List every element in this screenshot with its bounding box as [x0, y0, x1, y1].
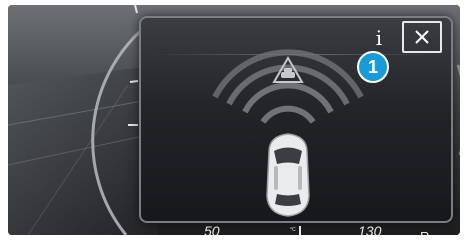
close-button[interactable] — [402, 21, 442, 53]
callout-marker: 1 — [357, 51, 389, 83]
cluster-display: 1 i 50 130 R °C — [8, 5, 460, 235]
radar-waves — [212, 49, 364, 124]
speed-label-130: 130 — [358, 223, 382, 235]
gear-label-r: R — [420, 229, 429, 235]
info-button[interactable]: i — [367, 24, 391, 52]
speed-label-50: 50 — [204, 223, 220, 235]
ego-car — [266, 133, 310, 217]
driver-assist-popup: 1 i — [139, 16, 453, 223]
coolant-temperature-icon: °C — [290, 226, 301, 235]
close-icon — [415, 30, 429, 44]
temp-unit-label: °C — [290, 227, 296, 233]
instrument-cluster-screen: 1 i 50 130 R °C — [0, 0, 469, 241]
